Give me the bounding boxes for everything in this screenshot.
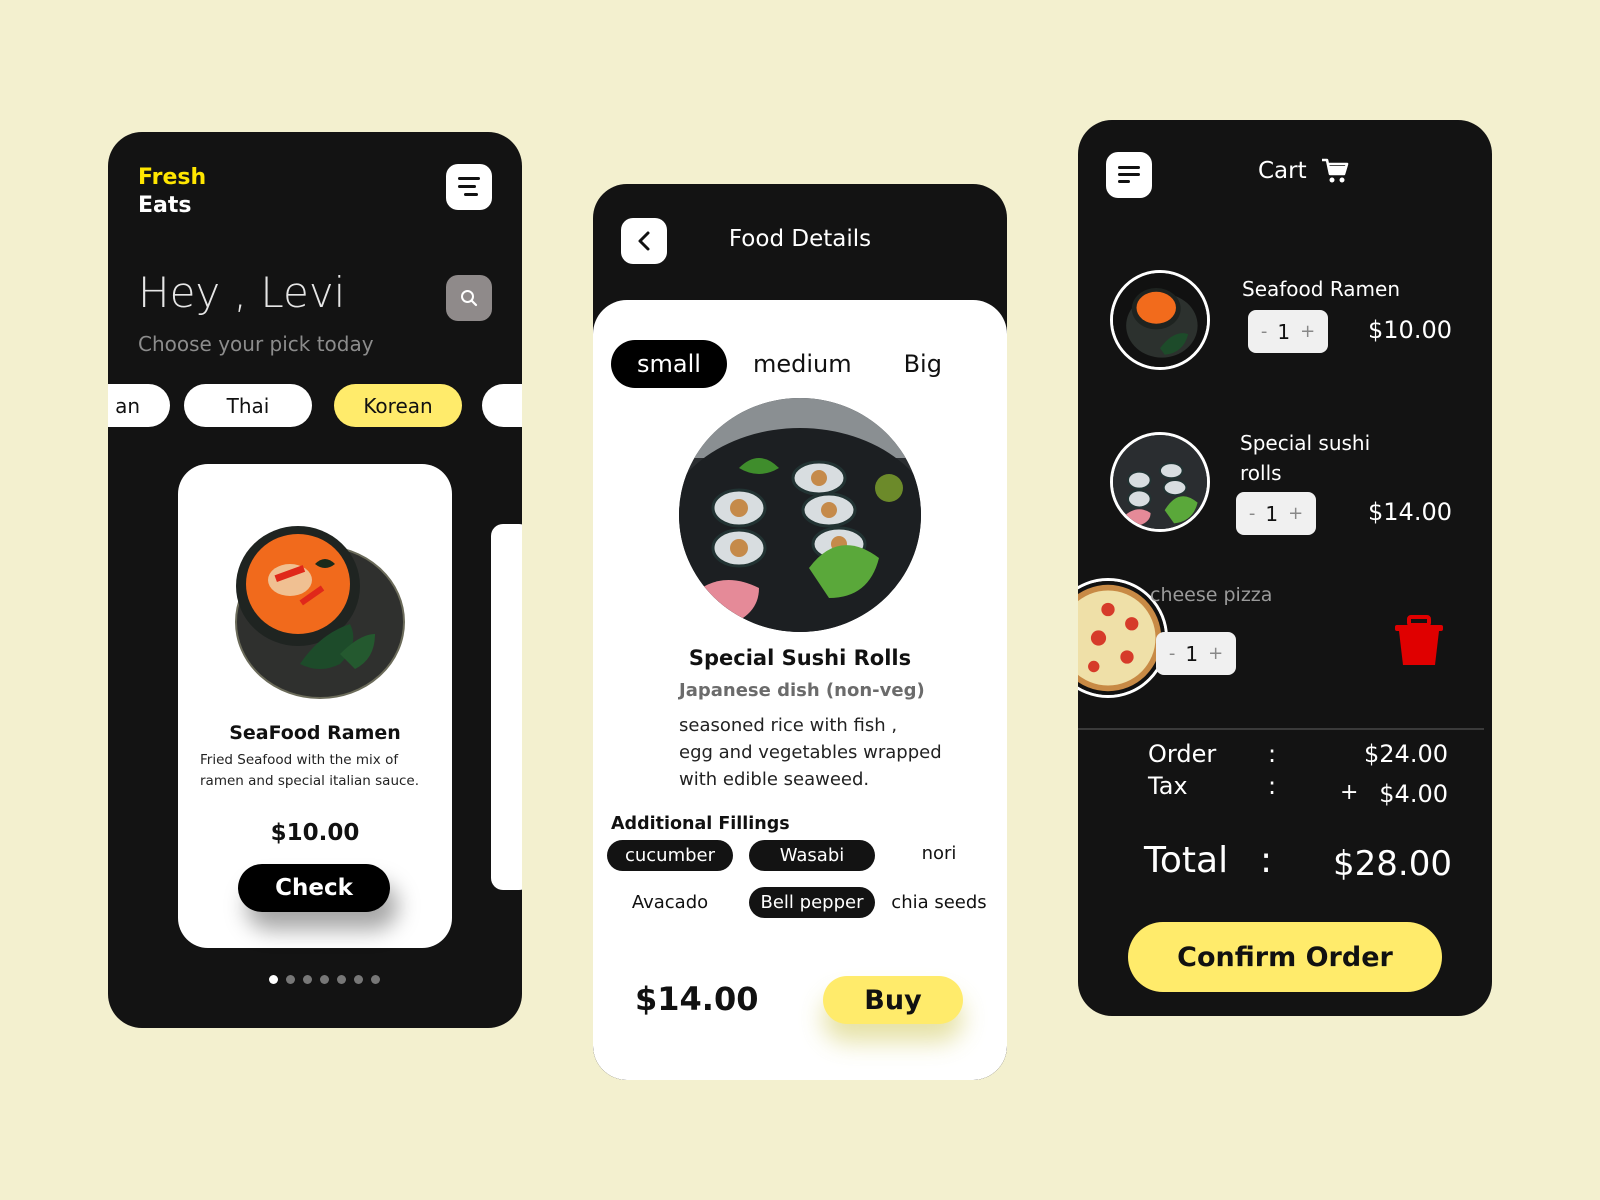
quantity-value: 1 (1185, 641, 1199, 666)
dish-name: Special Sushi Rolls (688, 646, 912, 670)
menu-button[interactable] (1106, 152, 1152, 198)
carousel-dot[interactable] (269, 975, 278, 984)
decrement-button[interactable]: - (1249, 503, 1256, 524)
fillings-title: Additional Fillings (611, 814, 790, 834)
category-chip-korean[interactable]: Korean (334, 384, 462, 427)
carousel-dot[interactable] (354, 975, 363, 984)
sushi-image (679, 398, 921, 632)
food-price: $10.00 (270, 820, 360, 846)
menu-icon (1118, 166, 1140, 169)
filling-chip-wasabi[interactable]: Wasabi (749, 840, 875, 871)
quantity-stepper: - 1 + (1236, 492, 1316, 535)
seafood-ramen-image (235, 526, 405, 699)
brand-line2: Eats (138, 193, 192, 218)
greeting: Hey , Levi (138, 268, 346, 317)
separator: : (1268, 772, 1277, 800)
carousel-dot[interactable] (320, 975, 329, 984)
dish-type: Japanese dish (non-veg) (679, 680, 925, 701)
quantity-value: 1 (1265, 501, 1279, 526)
filling-chip-avocado[interactable]: Avacado (607, 887, 733, 918)
increment-button[interactable]: + (1288, 503, 1303, 524)
category-chip[interactable] (482, 384, 522, 427)
size-option-small[interactable]: small (611, 340, 727, 388)
filling-chip-nori[interactable]: nori (899, 838, 979, 869)
cart-icon (1321, 158, 1348, 183)
category-chips: an Thai Korean (108, 384, 522, 428)
quantity-stepper: - 1 + (1248, 310, 1328, 353)
category-chip-thai[interactable]: Thai (184, 384, 312, 427)
food-title: SeaFood Ramen (229, 722, 401, 744)
filling-chip-chia-seeds[interactable]: chia seeds (883, 887, 995, 918)
order-label: Order (1148, 740, 1217, 768)
cart-item-price: $10.00 (1368, 316, 1452, 344)
brand-logo: Fresh Eats (138, 164, 206, 220)
carousel-dot[interactable] (371, 975, 380, 984)
menu-icon-line (1118, 173, 1140, 176)
cart-screen: Cart Seafood Ramen - 1 + $10.00 Special … (1078, 120, 1492, 1016)
carousel-indicator (269, 975, 380, 984)
brand-line1: Fresh (138, 165, 207, 190)
details-sheet: small medium Big Special Sushi Rolls Jap… (593, 300, 1007, 1080)
tax-value: $4.00 (1379, 780, 1448, 808)
dish-description: seasoned rice with fish , egg and vegeta… (679, 715, 942, 790)
size-option-big[interactable]: Big (878, 340, 968, 388)
decrement-button[interactable]: - (1169, 643, 1176, 664)
separator: : (1260, 840, 1273, 881)
size-selector: small medium Big (611, 340, 968, 388)
food-description: Fried Seafood with the mix of ramen and … (200, 752, 420, 789)
decrement-button[interactable]: - (1261, 321, 1268, 342)
total-label: Total (1144, 840, 1229, 881)
cart-item-name: cheese pizza (1150, 584, 1273, 606)
price: $14.00 (635, 980, 759, 1018)
menu-button[interactable] (446, 164, 492, 210)
quantity-value: 1 (1277, 319, 1291, 344)
menu-icon-line (1118, 180, 1130, 183)
separator: : (1268, 740, 1277, 768)
featured-food-card[interactable]: SeaFood Ramen Fried Seafood with the mix… (178, 464, 452, 948)
category-chip[interactable]: an (108, 384, 170, 427)
cart-item-name: Seafood Ramen (1242, 277, 1400, 301)
cart-item-name: Special sushi rolls (1240, 431, 1371, 485)
page-title: Cart (1258, 158, 1307, 184)
food-details-screen: Food Details small medium Big Special Su… (593, 184, 1007, 1080)
seafood-ramen-thumbnail (1110, 270, 1210, 370)
increment-button[interactable]: + (1300, 321, 1315, 342)
buy-button[interactable]: Buy (823, 976, 963, 1024)
carousel-dot[interactable] (286, 975, 295, 984)
cart-header: Cart (1258, 158, 1349, 184)
filling-chip-cucumber[interactable]: cucumber (607, 840, 733, 871)
confirm-order-button[interactable]: Confirm Order (1128, 922, 1442, 992)
sushi-thumbnail (1110, 432, 1210, 532)
filling-chip-bell-pepper[interactable]: Bell pepper (749, 887, 875, 918)
home-screen: Fresh Eats Hey , Levi Choose your pick t… (108, 132, 522, 1028)
subtitle: Choose your pick today (138, 332, 374, 356)
increment-button[interactable]: + (1208, 643, 1223, 664)
carousel-dot[interactable] (337, 975, 346, 984)
carousel-dot[interactable] (303, 975, 312, 984)
delete-icon[interactable] (1394, 615, 1444, 667)
menu-icon (458, 177, 480, 180)
divider (1078, 728, 1484, 730)
menu-icon-line (464, 193, 478, 196)
menu-icon-line (458, 185, 476, 188)
search-icon (461, 290, 478, 307)
order-value: $24.00 (1364, 740, 1448, 768)
quantity-stepper: - 1 + (1156, 632, 1236, 675)
check-button[interactable]: Check (238, 864, 390, 912)
page-title: Food Details (728, 226, 872, 252)
next-food-card[interactable] (491, 524, 522, 890)
size-option-medium[interactable]: medium (727, 340, 878, 388)
cart-item-price: $14.00 (1368, 498, 1452, 526)
tax-label: Tax (1148, 772, 1188, 800)
search-button[interactable] (446, 275, 492, 321)
total-value: $28.00 (1333, 844, 1452, 884)
plus-sign: + (1340, 780, 1359, 805)
